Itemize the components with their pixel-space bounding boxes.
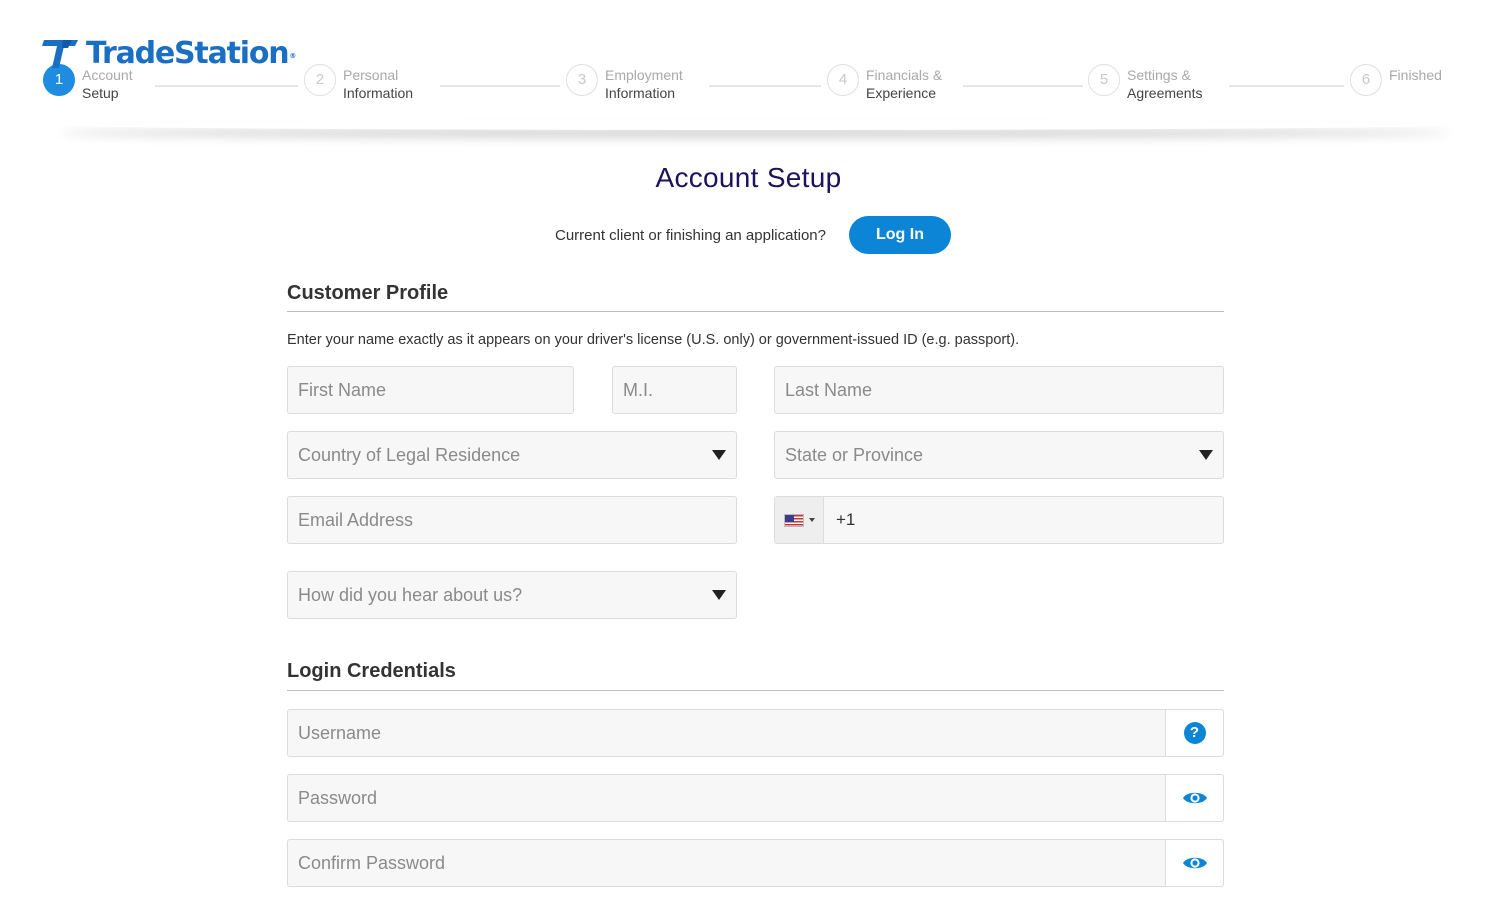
step-2-indicator: 2 bbox=[304, 64, 336, 96]
middle-initial-placeholder: M.I. bbox=[623, 379, 653, 400]
first-name-input[interactable]: First Name bbox=[287, 366, 574, 414]
step-connector bbox=[155, 85, 298, 87]
state-select[interactable]: State or Province bbox=[774, 431, 1224, 479]
country-placeholder: Country of Legal Residence bbox=[298, 444, 521, 465]
country-code-selector[interactable] bbox=[775, 497, 824, 543]
username-placeholder: Username bbox=[298, 722, 382, 743]
section-divider bbox=[287, 311, 1224, 312]
header-shadow bbox=[60, 120, 1450, 130]
us-flag-icon bbox=[783, 513, 804, 527]
eye-icon bbox=[1182, 857, 1207, 869]
confirm-password-input[interactable]: Confirm Password bbox=[287, 839, 1224, 887]
dropdown-caret-icon bbox=[712, 450, 726, 460]
login-credentials-heading: Login Credentials bbox=[287, 660, 456, 682]
page-title: Account Setup bbox=[655, 162, 842, 193]
step-connector bbox=[709, 85, 821, 87]
dropdown-caret-icon bbox=[1199, 450, 1213, 460]
dropdown-caret-icon bbox=[712, 590, 726, 600]
step-3-indicator: 3 bbox=[566, 64, 598, 96]
show-password-button[interactable] bbox=[1165, 775, 1223, 821]
phone-input[interactable]: +1 bbox=[774, 496, 1224, 544]
step-5-label: Settings & Agreements bbox=[1127, 67, 1203, 101]
eye-icon bbox=[1182, 792, 1207, 804]
tradestation-logo[interactable]: TradeStation® bbox=[42, 36, 296, 72]
username-input[interactable]: Username ? bbox=[287, 709, 1224, 757]
confirm-password-placeholder: Confirm Password bbox=[298, 852, 446, 873]
login-prompt: Current client or finishing an applicati… bbox=[555, 227, 826, 244]
phone-prefix: +1 bbox=[836, 510, 856, 529]
username-help-button[interactable]: ? bbox=[1165, 710, 1223, 756]
step-4-label: Financials & Experience bbox=[866, 67, 943, 101]
section-divider bbox=[287, 690, 1224, 691]
step-3-label: Employment Information bbox=[605, 67, 683, 101]
password-placeholder: Password bbox=[298, 787, 378, 808]
referral-placeholder: How did you hear about us? bbox=[298, 584, 523, 605]
chevron-down-icon bbox=[808, 518, 815, 522]
brand-name: TradeStation® bbox=[86, 36, 296, 71]
step-connector bbox=[963, 85, 1083, 87]
step-connector bbox=[440, 85, 560, 87]
show-confirm-password-button[interactable] bbox=[1165, 840, 1223, 886]
tradestation-logo-mark-icon bbox=[42, 36, 80, 72]
step-6-indicator: 6 bbox=[1350, 64, 1382, 96]
password-input[interactable]: Password bbox=[287, 774, 1224, 822]
email-placeholder: Email Address bbox=[298, 509, 414, 530]
step-2-label: Personal Information bbox=[343, 67, 414, 101]
log-in-button[interactable]: Log In bbox=[849, 216, 951, 254]
customer-profile-heading: Customer Profile bbox=[287, 282, 449, 304]
step-5-indicator: 5 bbox=[1088, 64, 1120, 96]
progress-header: 1 Account Setup 2 Personal Information 3 E… bbox=[0, 0, 1497, 128]
country-select[interactable]: Country of Legal Residence bbox=[287, 431, 737, 479]
step-6-label: Finished bbox=[1389, 67, 1442, 83]
state-placeholder: State or Province bbox=[785, 444, 924, 465]
step-4-indicator: 4 bbox=[827, 64, 859, 96]
step-connector bbox=[1229, 85, 1344, 87]
last-name-input[interactable]: Last Name bbox=[774, 366, 1224, 414]
referral-select[interactable]: How did you hear about us? bbox=[287, 571, 737, 619]
email-input[interactable]: Email Address bbox=[287, 496, 737, 544]
last-name-placeholder: Last Name bbox=[785, 379, 873, 400]
middle-initial-input[interactable]: M.I. bbox=[612, 366, 737, 414]
first-name-placeholder: First Name bbox=[298, 379, 387, 400]
help-icon: ? bbox=[1183, 722, 1206, 744]
name-instruction: Enter your name exactly as it appears on… bbox=[287, 332, 1020, 348]
